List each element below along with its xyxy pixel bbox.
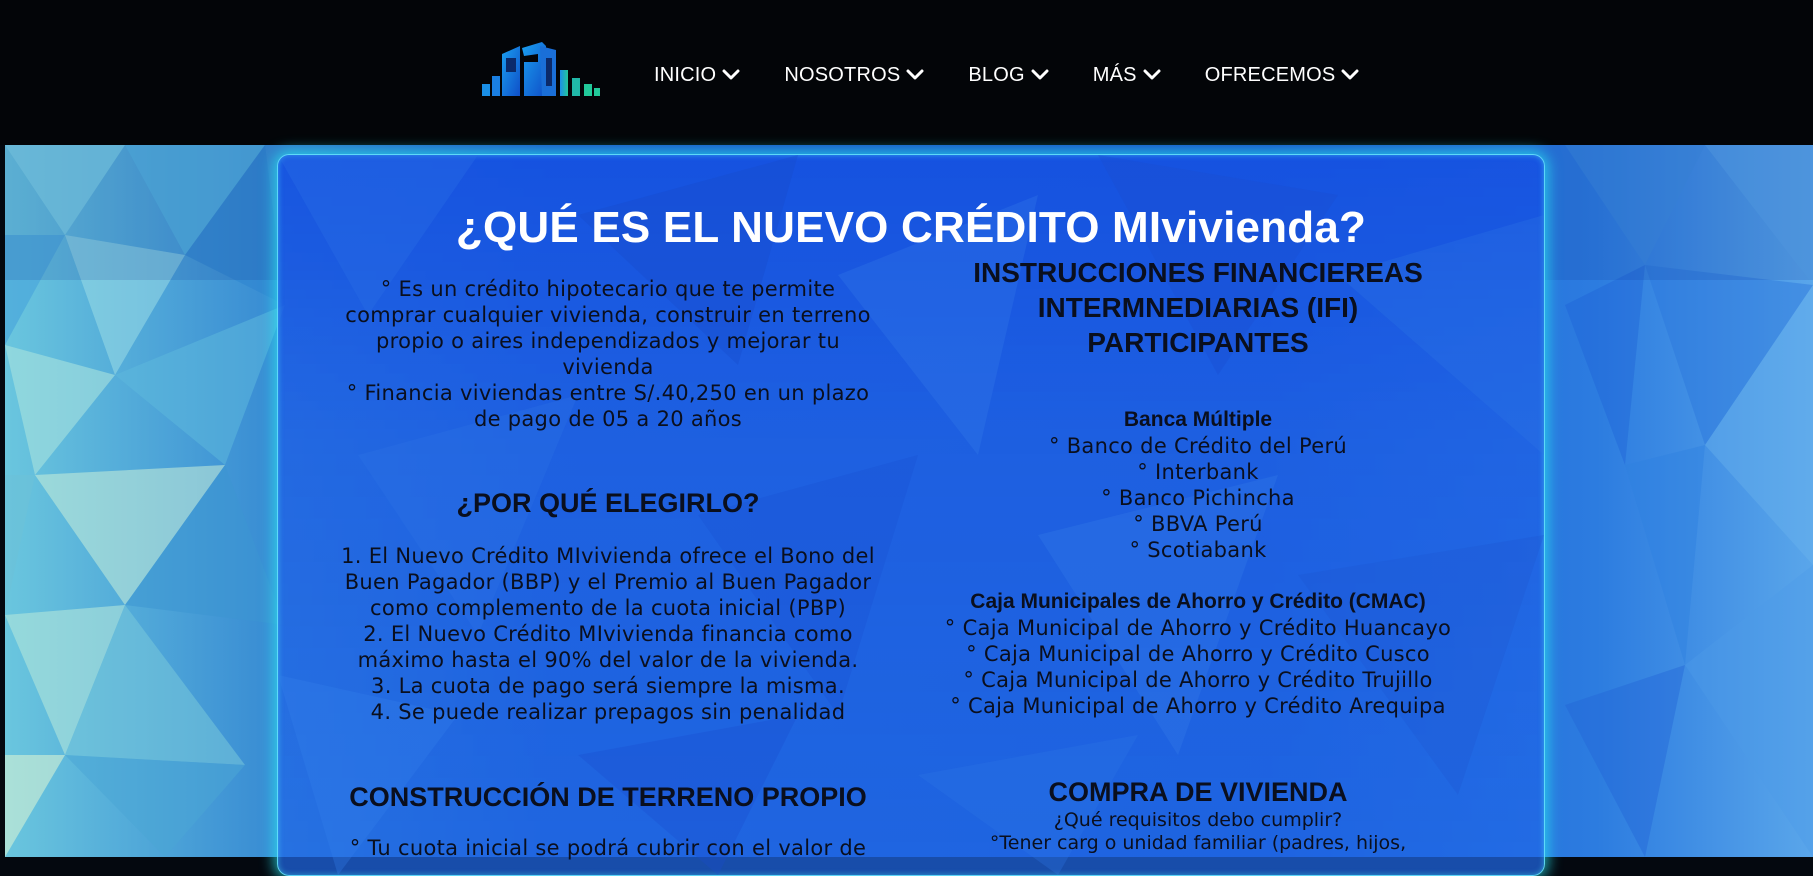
cmac-item: ° Caja Municipal de Ahorro y Crédito Are… [950,694,1446,718]
construction-text: ° Tu cuota inicial se podrá cubrir con e… [338,835,878,861]
intro-line: ° Financia viviendas entre S/.40,250 en … [346,381,870,405]
nav-item-mas[interactable]: MÁS [1093,60,1161,90]
why-line: 3. La cuota de pago será siempre la mism… [371,674,845,698]
main-menu: INICIO NOSOTROS BLOG MÁS OFRECEMOS [654,60,1403,90]
construction-line: ° Tu cuota inicial se podrá cubrir con e… [349,836,867,860]
why-text: 1. El Nuevo Crédito MIvivienda ofrece el… [338,543,878,725]
nav-item-ofrecemos[interactable]: OFRECEMOS [1205,60,1360,90]
intro-line: comprar cualquier vivienda, construir en… [345,303,871,327]
why-line: 1. El Nuevo Crédito MIvivienda ofrece el… [341,544,875,568]
nav-item-inicio[interactable]: INICIO [654,60,740,90]
chevron-down-icon [1341,69,1359,80]
ifi-heading: INSTRUCCIONES FINANCIEREAS INTERMNEDIARI… [918,255,1478,360]
cmac-item: ° Caja Municipal de Ahorro y Crédito Hua… [944,616,1452,640]
purchase-text: ¿Qué requisitos debo cumplir? °Tener car… [918,809,1478,855]
purchase-heading: COMPRA DE VIVIENDA [1048,777,1348,807]
banca-item: ° Scotiabank [1129,538,1267,562]
page-title: ¿QUÉ ES EL NUEVO CRÉDITO MIvivienda? [455,203,1367,252]
chevron-down-icon [906,69,924,80]
ifi-heading-line: INTERMNEDIARIAS (IFI) [1037,292,1359,323]
construction-heading: CONSTRUCCIÓN DE TERRENO PROPIO [349,782,867,812]
nav-item-nosotros[interactable]: NOSOTROS [784,60,924,90]
why-line: máximo hasta el 90% del valor de la vivi… [357,648,859,672]
intro-text: ° Es un crédito hipotecario que te permi… [338,276,878,432]
cmac-item: ° Caja Municipal de Ahorro y Crédito Cus… [966,642,1430,666]
banca-item: ° BBVA Perú [1133,512,1263,536]
cmac-heading: Caja Municipales de Ahorro y Crédito (CM… [970,590,1426,613]
cmac-section: Caja Municipales de Ahorro y Crédito (CM… [918,589,1478,719]
banca-section: Banca Múltiple ° Banco de Crédito del Pe… [918,407,1478,563]
banca-heading: Banca Múltiple [1123,408,1273,431]
banca-item: ° Banco Pichincha [1101,486,1295,510]
ifi-heading-line: PARTICIPANTES [1087,327,1309,358]
info-card: ¿QUÉ ES EL NUEVO CRÉDITO MIvivienda? ° E… [277,154,1545,876]
banca-item: ° Banco de Crédito del Perú [1048,434,1348,458]
banca-item: ° Interbank [1137,460,1259,484]
chevron-down-icon [1031,69,1049,80]
buildings-logo-icon [482,42,600,96]
why-line: Buen Pagador (BBP) y el Premio al Buen P… [344,570,872,594]
nav-label: BLOG [968,63,1025,86]
nav-label: OFRECEMOS [1204,63,1336,86]
why-line: como complemento de la cuota inicial (PB… [370,596,846,620]
why-line: 2. El Nuevo Crédito MIvivienda financia … [363,622,853,646]
nav-label: NOSOTROS [784,63,901,86]
intro-line: de pago de 05 a 20 años [473,407,743,431]
company-logo[interactable] [480,40,604,100]
top-navbar: INICIO NOSOTROS BLOG MÁS OFRECEMOS [0,0,1813,145]
cmac-item: ° Caja Municipal de Ahorro y Crédito Tru… [963,668,1433,692]
nav-label: MÁS [1092,63,1137,86]
why-line: 4. Se puede realizar prepagos sin penali… [370,700,846,724]
intro-line: ° Es un crédito hipotecario que te permi… [380,277,836,301]
why-heading: ¿POR QUÉ ELEGIRLO? [456,488,760,518]
nav-label: INICIO [654,63,717,86]
chevron-down-icon [722,69,740,80]
chevron-down-icon [1143,69,1161,80]
purchase-line: °Tener carg o unidad familiar (padres, h… [989,832,1407,854]
nav-item-blog[interactable]: BLOG [968,60,1049,90]
ifi-heading-line: INSTRUCCIONES FINANCIEREAS [973,257,1423,288]
purchase-question: ¿Qué requisitos debo cumplir? [1053,809,1343,831]
intro-line: vivienda [562,355,654,379]
intro-line: propio o aires independizados y mejorar … [376,329,840,353]
